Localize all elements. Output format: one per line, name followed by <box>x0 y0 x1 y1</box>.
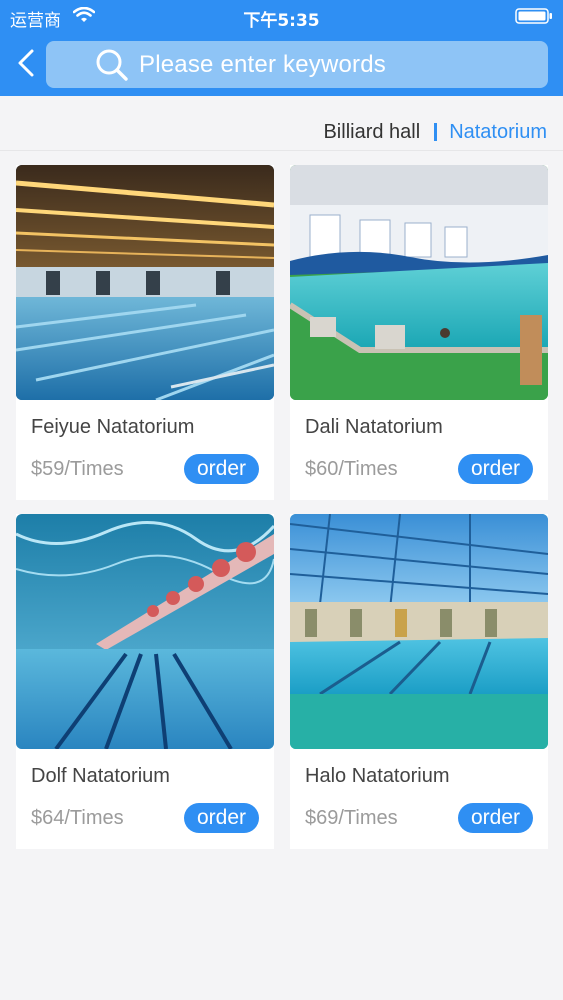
search-input[interactable]: Please enter keywords <box>46 41 548 88</box>
venue-price: $59/Times <box>31 458 124 480</box>
venue-name: Dolf Natatorium <box>31 765 170 787</box>
top-header: 运营商 下午5:35 Please enter keywords <box>0 0 563 96</box>
venue-photo <box>16 165 274 400</box>
order-button[interactable]: order <box>458 454 533 484</box>
venue-price: $69/Times <box>305 807 398 829</box>
venue-name: Dali Natatorium <box>305 416 443 438</box>
back-chevron-icon[interactable] <box>14 48 40 78</box>
venue-card[interactable]: Halo Natatorium $69/Times order <box>290 514 548 849</box>
venue-photo <box>16 514 274 749</box>
venue-price: $60/Times <box>305 458 398 480</box>
order-button[interactable]: order <box>458 803 533 833</box>
order-button[interactable]: order <box>184 454 259 484</box>
venue-name: Halo Natatorium <box>305 765 450 787</box>
battery-icon <box>515 8 552 24</box>
order-button[interactable]: order <box>184 803 259 833</box>
search-placeholder: Please enter keywords <box>139 51 386 78</box>
tab-separator <box>434 123 438 141</box>
venue-name: Feiyue Natatorium <box>31 416 195 438</box>
tab-billiard-hall[interactable]: Billiard hall <box>323 121 420 144</box>
venue-photo <box>290 165 548 400</box>
category-tabs: Billiard hall Natatorium <box>323 118 547 146</box>
tabs-divider <box>0 150 563 151</box>
search-icon <box>96 49 128 81</box>
tab-natatorium[interactable]: Natatorium <box>449 121 547 144</box>
status-time: 下午5:35 <box>243 11 320 31</box>
venue-price: $64/Times <box>31 807 124 829</box>
status-bar: 运营商 下午5:35 <box>0 0 563 34</box>
venue-photo <box>290 514 548 749</box>
venue-card[interactable]: Dolf Natatorium $64/Times order <box>16 514 274 849</box>
venue-card[interactable]: Dali Natatorium $60/Times order <box>290 165 548 500</box>
venue-card[interactable]: Feiyue Natatorium $59/Times order <box>16 165 274 500</box>
